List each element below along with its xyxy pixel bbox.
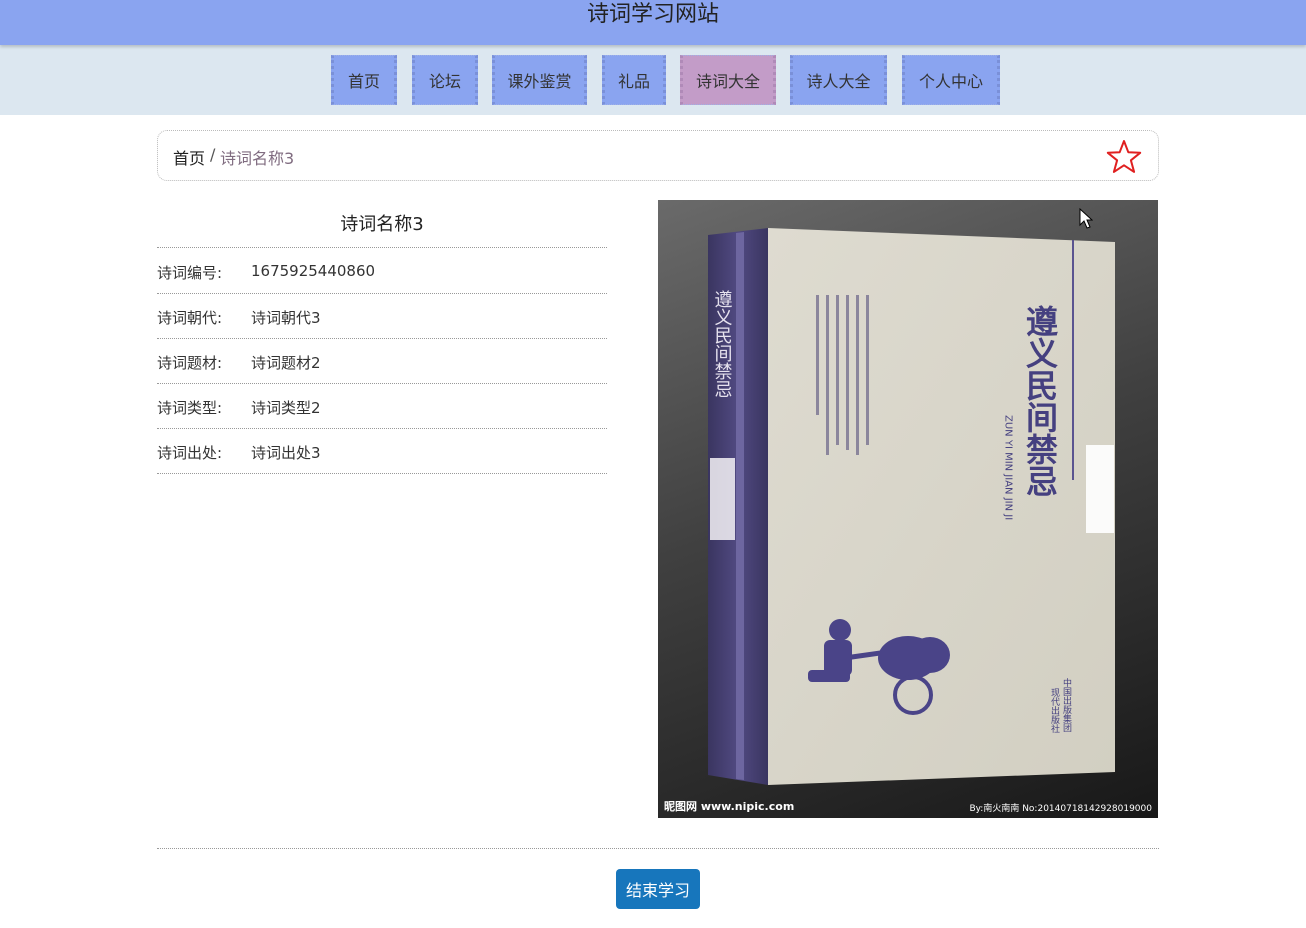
divider xyxy=(157,848,1159,849)
cover-title: 遵义民间禁忌 xyxy=(1021,305,1059,497)
nav-item-home[interactable]: 首页 xyxy=(331,55,397,105)
nav-item-gifts[interactable]: 礼品 xyxy=(602,55,666,105)
info-label: 诗词朝代: xyxy=(157,309,223,327)
book-cover-illustration: 遵义民间禁忌 遵义民间禁忌 ZUN YI MIN JIAN JIN JI 中国出… xyxy=(708,228,1115,785)
star-outline-icon[interactable] xyxy=(1106,139,1142,175)
info-label: 诗词类型: xyxy=(157,399,223,417)
info-label: 诗词题材: xyxy=(157,354,223,372)
divider xyxy=(157,247,607,248)
end-study-button[interactable]: 结束学习 xyxy=(616,869,700,909)
breadcrumb: 首页 / 诗词名称3 xyxy=(157,130,1159,181)
nav-item-poets[interactable]: 诗人大全 xyxy=(790,55,887,105)
info-row-theme: 诗词题材: 诗词题材2 xyxy=(157,339,607,384)
watermark-right: By:南火南南 No:20140718142928019000 xyxy=(969,804,1152,814)
nav-item-forum[interactable]: 论坛 xyxy=(412,55,478,105)
info-row-type: 诗词类型: 诗词类型2 xyxy=(157,384,607,429)
info-value: 诗词朝代3 xyxy=(251,309,321,327)
spine-title: 遵义民间禁忌 xyxy=(712,290,733,398)
nav-item-poems[interactable]: 诗词大全 xyxy=(680,55,776,105)
nav-item-appreciation[interactable]: 课外鉴赏 xyxy=(492,55,587,105)
breadcrumb-current: 诗词名称3 xyxy=(220,149,295,168)
info-value: 诗词出处3 xyxy=(251,444,321,462)
nav-item-profile[interactable]: 个人中心 xyxy=(902,55,1000,105)
info-row-id: 诗词编号: 1675925440860 xyxy=(157,249,607,294)
info-value: 诗词类型2 xyxy=(251,399,321,417)
main-nav: 首页 论坛 课外鉴赏 礼品 诗词大全 诗人大全 个人中心 xyxy=(0,45,1306,115)
poem-title: 诗词名称3 xyxy=(340,214,424,235)
info-label: 诗词出处: xyxy=(157,444,223,462)
site-title: 诗词学习网站 xyxy=(586,2,719,27)
site-header: 诗词学习网站 xyxy=(0,0,1306,45)
info-value: 诗词题材2 xyxy=(251,354,321,372)
info-label: 诗词编号: xyxy=(157,264,223,282)
watermark-left: 昵图网 www.nipic.com xyxy=(664,800,795,813)
publisher-label: 中国出版集团 xyxy=(1061,677,1072,733)
breadcrumb-home-link[interactable]: 首页 xyxy=(173,145,205,169)
breadcrumb-separator: / xyxy=(210,145,216,164)
info-value: 1675925440860 xyxy=(251,262,376,280)
poem-cover-image[interactable]: 遵义民间禁忌 遵义民间禁忌 ZUN YI MIN JIAN JIN JI 中国出… xyxy=(658,200,1158,818)
info-row-source: 诗词出处: 诗词出处3 xyxy=(157,429,607,474)
publisher-sub-label: 现代出版社 xyxy=(1049,688,1060,734)
info-row-dynasty: 诗词朝代: 诗词朝代3 xyxy=(157,294,607,339)
cover-pinyin: ZUN YI MIN JIAN JIN JI xyxy=(1003,415,1014,520)
